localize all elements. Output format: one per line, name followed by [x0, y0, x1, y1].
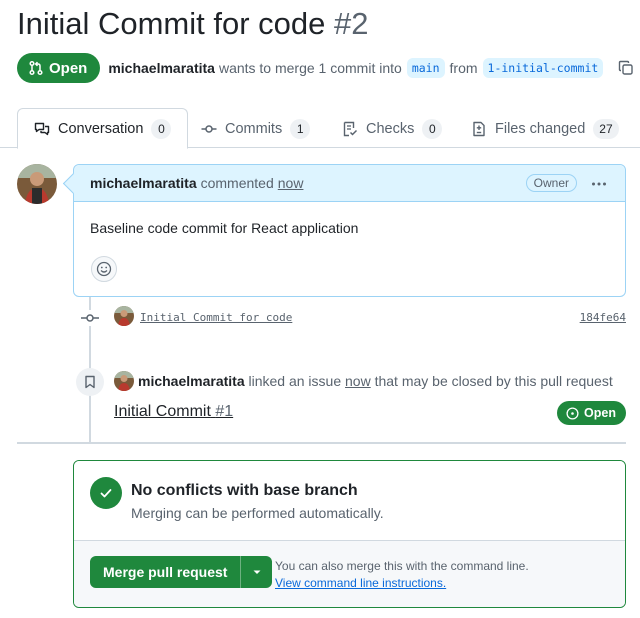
- tab-files-changed[interactable]: Files changed 27: [471, 108, 619, 149]
- pr-state-label: Open: [49, 59, 88, 77]
- avatar-image: [114, 371, 134, 391]
- pr-from-text: from: [449, 60, 478, 76]
- merge-hint: You can also merge this with the command…: [275, 558, 529, 592]
- tab-checks[interactable]: Checks 0: [342, 108, 443, 149]
- comment-discussion-icon: [34, 122, 50, 135]
- merge-hint-text: You can also merge this with the command…: [275, 559, 529, 573]
- merge-box: No conflicts with base branch Merging ca…: [73, 460, 626, 608]
- tab-conversation-label: Conversation: [58, 120, 144, 137]
- tab-files-changed-label: Files changed: [495, 120, 586, 137]
- linked-time[interactable]: now: [345, 373, 371, 389]
- owner-badge: Owner: [525, 174, 577, 192]
- command-line-instructions-link[interactable]: View command line instructions.: [275, 576, 446, 590]
- bookmark-icon: [76, 368, 104, 396]
- copy-branch-button[interactable]: [616, 58, 636, 78]
- issue-title: Initial Commit: [114, 403, 211, 420]
- head-branch[interactable]: 1-initial-commit: [482, 58, 604, 78]
- merge-title: No conflicts with base branch: [131, 482, 358, 499]
- timeline-divider: [17, 442, 626, 444]
- git-commit-icon: [201, 124, 217, 133]
- linked-text-before: linked an issue: [248, 373, 342, 389]
- tab-checks-count: 0: [422, 118, 443, 139]
- git-pull-request-icon: [29, 60, 43, 76]
- triangle-down-icon: [253, 570, 261, 574]
- comment-header: michaelmaratita commented now Owner: [74, 165, 625, 202]
- tab-checks-label: Checks: [366, 120, 415, 137]
- tab-commits[interactable]: Commits 1: [201, 108, 311, 149]
- comment-author[interactable]: michaelmaratita: [90, 175, 197, 191]
- linked-issue-event: michaelmaratita linked an issue now that…: [138, 373, 613, 389]
- comment-body: Baseline code commit for React applicati…: [90, 220, 359, 236]
- linked-issue-link[interactable]: Initial Commit #1: [114, 403, 233, 421]
- kebab-horizontal-icon: [592, 182, 606, 186]
- page-title: Initial Commit for code #2: [17, 6, 369, 42]
- issue-state-label: Open: [584, 406, 616, 420]
- commit-sha-link[interactable]: 184fe64: [580, 311, 626, 324]
- merge-pull-request-button[interactable]: Merge pull request: [90, 556, 241, 588]
- tab-conversation[interactable]: Conversation 0: [17, 108, 189, 149]
- comment-author-avatar[interactable]: [17, 164, 57, 204]
- git-commit-icon: [80, 310, 100, 326]
- avatar-image: [114, 306, 134, 326]
- tab-commits-label: Commits: [225, 120, 283, 137]
- file-diff-icon: [473, 121, 485, 136]
- issue-opened-icon: [566, 406, 579, 420]
- merge-subtitle: Merging can be performed automatically.: [131, 505, 384, 521]
- issue-state-badge: Open: [557, 401, 626, 425]
- pr-author-link[interactable]: michaelmaratita: [108, 60, 215, 76]
- checklist-icon: [343, 121, 358, 136]
- comment-time[interactable]: now: [278, 175, 304, 191]
- merge-status: No conflicts with base branch Merging ca…: [74, 461, 625, 540]
- tab-commits-count: 1: [290, 118, 311, 139]
- base-branch[interactable]: main: [406, 58, 445, 78]
- comment-action: commented now: [200, 175, 304, 191]
- commit-author-avatar[interactable]: [114, 306, 134, 326]
- linker-name[interactable]: michaelmaratita: [138, 373, 245, 389]
- avatar-image: [17, 164, 57, 204]
- comment-options-button[interactable]: [591, 176, 607, 195]
- merge-button-group: Merge pull request: [90, 556, 273, 588]
- tab-files-changed-count: 27: [593, 118, 619, 139]
- commit-message-link[interactable]: Initial Commit for code: [140, 311, 292, 324]
- merge-actions: Merge pull request You can also merge th…: [74, 540, 625, 607]
- tab-conversation-count: 0: [151, 118, 172, 139]
- copy-icon: [619, 60, 633, 75]
- merge-method-dropdown[interactable]: [240, 556, 273, 588]
- pr-meta: Open michaelmaratita wants to merge 1 co…: [17, 53, 636, 83]
- pr-tabs: Conversation 0 Commits 1 Checks 0 Files …: [0, 108, 640, 149]
- timeline-commit: Initial Commit for code 184fe64: [0, 306, 640, 330]
- pr-state-badge: Open: [17, 53, 101, 83]
- smiley-icon: [96, 261, 112, 277]
- pr-merge-text: wants to merge 1 commit into: [218, 60, 402, 76]
- comment-card: michaelmaratita commented now Owner Basel…: [73, 164, 626, 297]
- pr-number: #2: [334, 6, 369, 41]
- linker-avatar[interactable]: [114, 371, 134, 391]
- check-icon: [90, 477, 122, 509]
- pr-summary: michaelmaratita wants to merge 1 commit …: [108, 58, 608, 78]
- add-reaction-button[interactable]: [91, 256, 117, 282]
- linked-text-after: that may be closed by this pull request: [374, 373, 613, 389]
- pr-title: Initial Commit for code: [17, 6, 326, 41]
- issue-number: #1: [215, 403, 234, 420]
